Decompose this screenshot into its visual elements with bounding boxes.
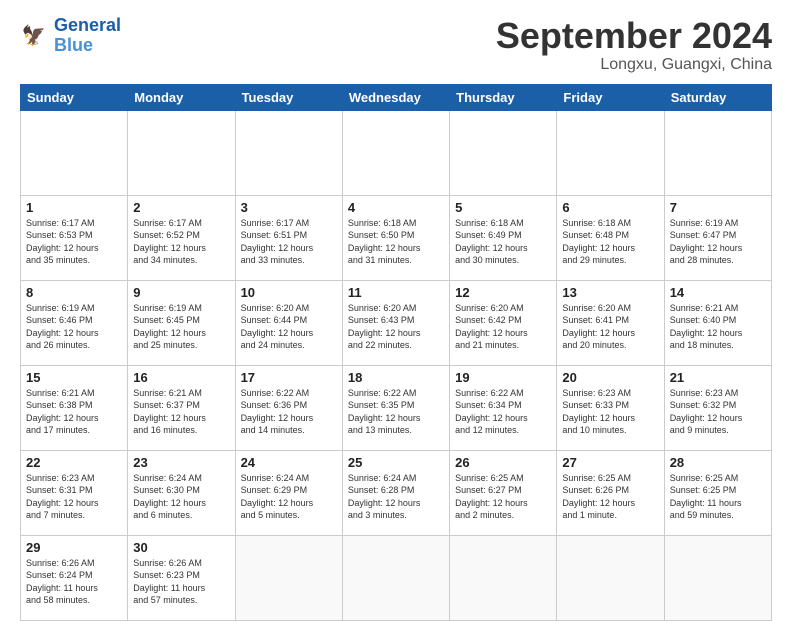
table-row: 17 Sunrise: 6:22 AMSunset: 6:36 PMDaylig… — [235, 365, 342, 450]
col-sunday: Sunday — [21, 84, 128, 110]
table-row: 16 Sunrise: 6:21 AMSunset: 6:37 PMDaylig… — [128, 365, 235, 450]
table-row: 5 Sunrise: 6:18 AMSunset: 6:49 PMDayligh… — [450, 195, 557, 280]
title-area: September 2024 Longxu, Guangxi, China — [496, 16, 772, 74]
table-row — [235, 110, 342, 195]
table-row: 3 Sunrise: 6:17 AMSunset: 6:51 PMDayligh… — [235, 195, 342, 280]
table-row: 29 Sunrise: 6:26 AMSunset: 6:24 PMDaylig… — [21, 535, 128, 620]
table-row: 12 Sunrise: 6:20 AMSunset: 6:42 PMDaylig… — [450, 280, 557, 365]
table-row: 28 Sunrise: 6:25 AMSunset: 6:25 PMDaylig… — [664, 450, 771, 535]
table-row: 4 Sunrise: 6:18 AMSunset: 6:50 PMDayligh… — [342, 195, 449, 280]
col-saturday: Saturday — [664, 84, 771, 110]
table-row — [450, 110, 557, 195]
calendar-header-row: Sunday Monday Tuesday Wednesday Thursday… — [21, 84, 772, 110]
logo-icon: 🦅 — [20, 21, 50, 51]
logo-text: General Blue — [54, 16, 121, 56]
table-row: 13 Sunrise: 6:20 AMSunset: 6:41 PMDaylig… — [557, 280, 664, 365]
table-row: 8 Sunrise: 6:19 AMSunset: 6:46 PMDayligh… — [21, 280, 128, 365]
header-area: 🦅 General Blue September 2024 Longxu, Gu… — [20, 16, 772, 74]
table-row: 26 Sunrise: 6:25 AMSunset: 6:27 PMDaylig… — [450, 450, 557, 535]
table-row: 11 Sunrise: 6:20 AMSunset: 6:43 PMDaylig… — [342, 280, 449, 365]
col-monday: Monday — [128, 84, 235, 110]
table-row — [450, 535, 557, 620]
week-row-5: 29 Sunrise: 6:26 AMSunset: 6:24 PMDaylig… — [21, 535, 772, 620]
table-row: 21 Sunrise: 6:23 AMSunset: 6:32 PMDaylig… — [664, 365, 771, 450]
week-row-1 — [21, 110, 772, 195]
table-row: 25 Sunrise: 6:24 AMSunset: 6:28 PMDaylig… — [342, 450, 449, 535]
table-row — [342, 535, 449, 620]
table-row — [557, 110, 664, 195]
table-row — [664, 110, 771, 195]
table-row: 15 Sunrise: 6:21 AMSunset: 6:38 PMDaylig… — [21, 365, 128, 450]
table-row: 7 Sunrise: 6:19 AMSunset: 6:47 PMDayligh… — [664, 195, 771, 280]
table-row: 6 Sunrise: 6:18 AMSunset: 6:48 PMDayligh… — [557, 195, 664, 280]
col-wednesday: Wednesday — [342, 84, 449, 110]
table-row: 20 Sunrise: 6:23 AMSunset: 6:33 PMDaylig… — [557, 365, 664, 450]
week-row-4: 22 Sunrise: 6:23 AMSunset: 6:31 PMDaylig… — [21, 450, 772, 535]
svg-text:🦅: 🦅 — [22, 23, 46, 47]
table-row — [342, 110, 449, 195]
table-row: 14 Sunrise: 6:21 AMSunset: 6:40 PMDaylig… — [664, 280, 771, 365]
month-title: September 2024 — [496, 16, 772, 56]
table-row: 2 Sunrise: 6:17 AMSunset: 6:52 PMDayligh… — [128, 195, 235, 280]
page-container: 🦅 General Blue September 2024 Longxu, Gu… — [0, 0, 792, 631]
table-row — [664, 535, 771, 620]
table-row — [128, 110, 235, 195]
table-row: 24 Sunrise: 6:24 AMSunset: 6:29 PMDaylig… — [235, 450, 342, 535]
table-row: 23 Sunrise: 6:24 AMSunset: 6:30 PMDaylig… — [128, 450, 235, 535]
col-thursday: Thursday — [450, 84, 557, 110]
table-row: 19 Sunrise: 6:22 AMSunset: 6:34 PMDaylig… — [450, 365, 557, 450]
table-row — [557, 535, 664, 620]
table-row — [21, 110, 128, 195]
table-row: 10 Sunrise: 6:20 AMSunset: 6:44 PMDaylig… — [235, 280, 342, 365]
table-row: 30 Sunrise: 6:26 AMSunset: 6:23 PMDaylig… — [128, 535, 235, 620]
logo: 🦅 General Blue — [20, 16, 121, 56]
col-tuesday: Tuesday — [235, 84, 342, 110]
table-row: 18 Sunrise: 6:22 AMSunset: 6:35 PMDaylig… — [342, 365, 449, 450]
week-row-3: 15 Sunrise: 6:21 AMSunset: 6:38 PMDaylig… — [21, 365, 772, 450]
logo-line1: General — [54, 15, 121, 35]
table-row: 9 Sunrise: 6:19 AMSunset: 6:45 PMDayligh… — [128, 280, 235, 365]
calendar-table: Sunday Monday Tuesday Wednesday Thursday… — [20, 84, 772, 621]
table-row: 22 Sunrise: 6:23 AMSunset: 6:31 PMDaylig… — [21, 450, 128, 535]
table-row: 27 Sunrise: 6:25 AMSunset: 6:26 PMDaylig… — [557, 450, 664, 535]
week-row-2: 8 Sunrise: 6:19 AMSunset: 6:46 PMDayligh… — [21, 280, 772, 365]
location: Longxu, Guangxi, China — [496, 56, 772, 74]
col-friday: Friday — [557, 84, 664, 110]
table-row: 1 Sunrise: 6:17 AMSunset: 6:53 PMDayligh… — [21, 195, 128, 280]
week-row-1b: 1 Sunrise: 6:17 AMSunset: 6:53 PMDayligh… — [21, 195, 772, 280]
logo-line2: Blue — [54, 35, 93, 55]
table-row — [235, 535, 342, 620]
